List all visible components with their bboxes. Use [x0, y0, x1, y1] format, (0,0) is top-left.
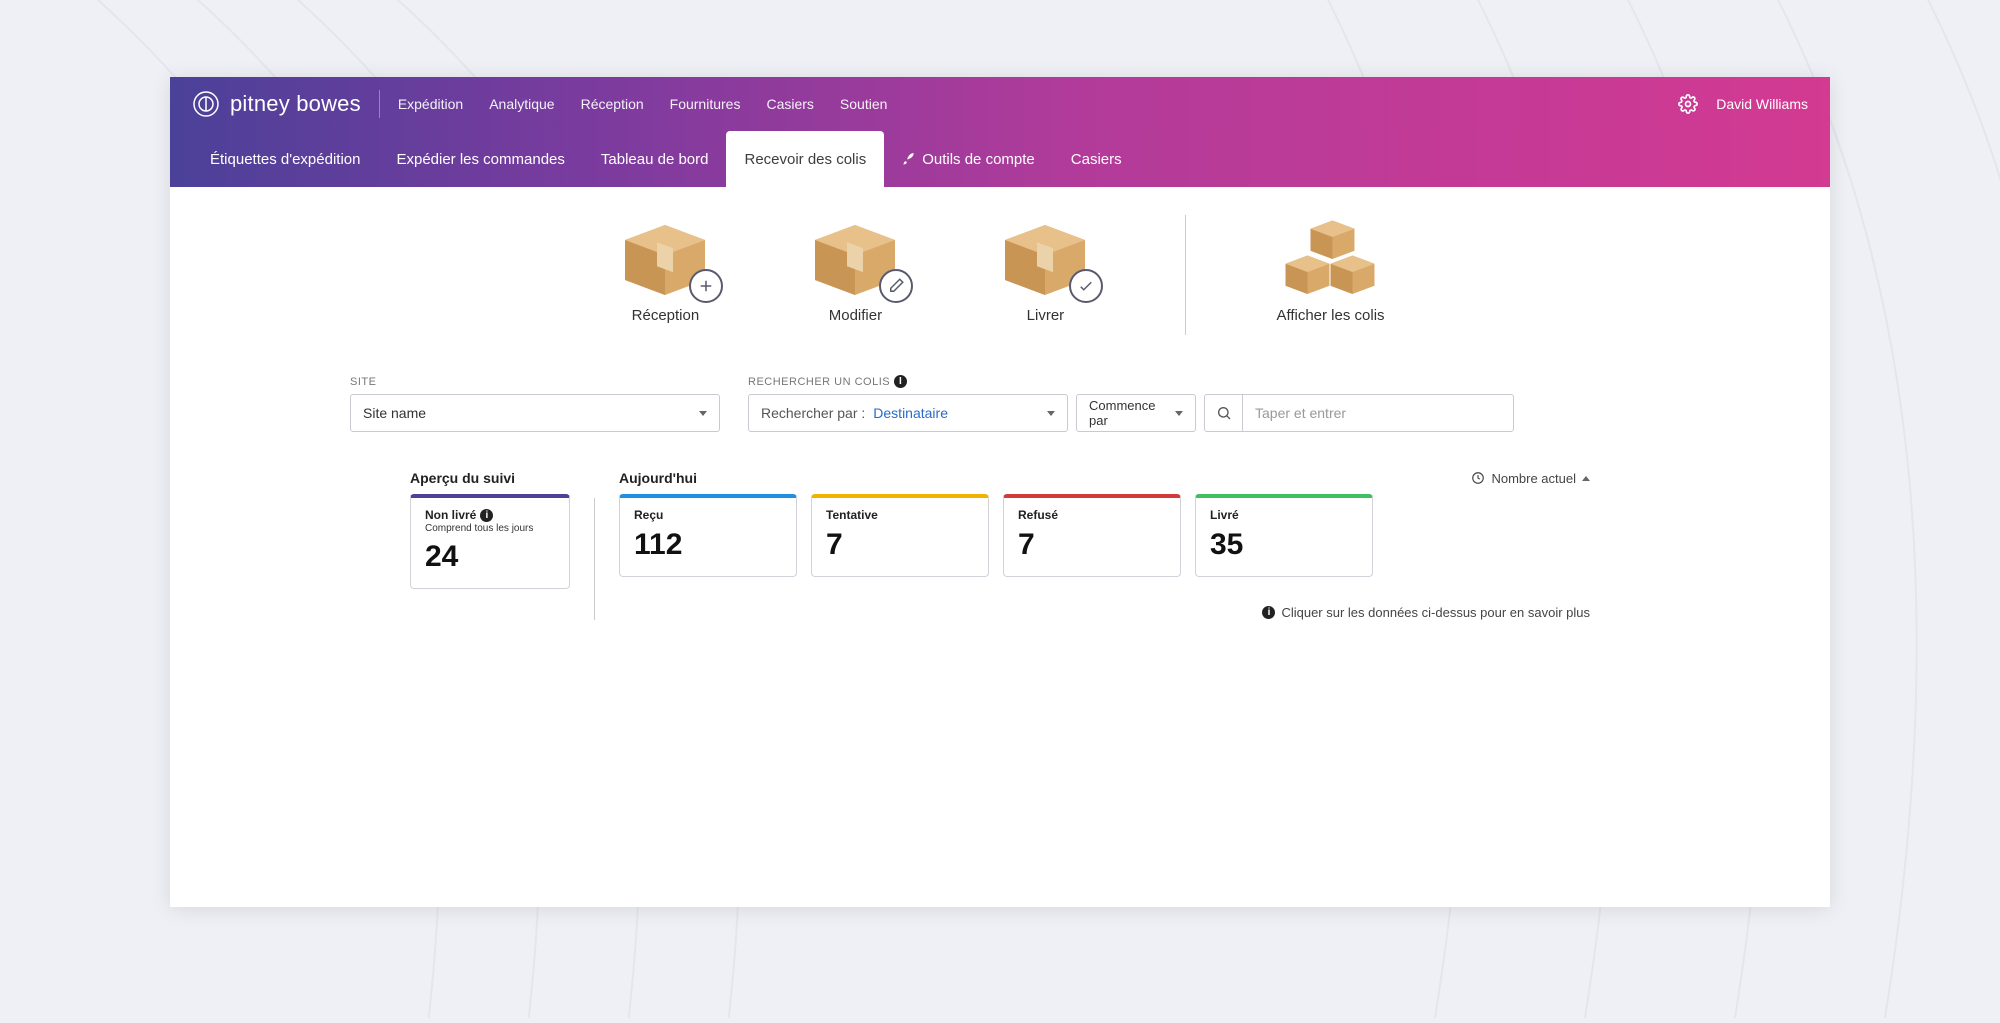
plus-badge-icon	[689, 269, 723, 303]
starts-with-select[interactable]: Commence par	[1076, 394, 1196, 432]
app-window: pitney bowes Expédition Analytique Récep…	[170, 77, 1830, 907]
gear-icon[interactable]	[1678, 94, 1698, 114]
today-cards: Reçu 112 Tentative 7 Refusé 7 Livré	[619, 494, 1590, 577]
tab-recevoir-colis[interactable]: Recevoir des colis	[726, 131, 884, 187]
search-by-select[interactable]: Rechercher par : Destinataire	[748, 394, 1068, 432]
action-modifier-label: Modifier	[829, 307, 882, 324]
search-compound: Rechercher par : Destinataire Commence p…	[748, 394, 1514, 432]
header-right: David Williams	[1678, 94, 1808, 114]
site-select-value: Site name	[363, 405, 426, 421]
top-nav-casiers[interactable]: Casiers	[766, 96, 813, 112]
check-badge-icon	[1069, 269, 1103, 303]
chevron-up-icon	[1582, 476, 1590, 481]
tab-outils-compte[interactable]: Outils de compte	[884, 131, 1053, 187]
brand-name: pitney bowes	[230, 91, 361, 117]
stats-hint: i Cliquer sur les données ci-dessus pour…	[619, 605, 1590, 620]
action-reception-label: Réception	[632, 307, 700, 324]
tab-casiers[interactable]: Casiers	[1053, 131, 1140, 187]
box-icon	[615, 215, 715, 295]
tracking-header: Aperçu du suivi	[410, 470, 570, 486]
stat-card-received[interactable]: Reçu 112	[619, 494, 797, 577]
edit-badge-icon	[879, 269, 913, 303]
tab-etiquettes[interactable]: Étiquettes d'expédition	[192, 131, 378, 187]
today-col: Aujourd'hui Nombre actuel Reçu 112	[619, 470, 1590, 620]
search-field-group: RECHERCHER UN COLIS i Rechercher par : D…	[748, 375, 1514, 432]
boxes-icon	[1280, 215, 1380, 295]
top-nav-fournitures[interactable]: Fournitures	[670, 96, 741, 112]
content-area: Réception Modifier	[170, 187, 1830, 907]
search-label: RECHERCHER UN COLIS i	[748, 375, 1514, 388]
top-nav-expedition[interactable]: Expédition	[398, 96, 463, 112]
user-name[interactable]: David Williams	[1716, 96, 1808, 112]
chevron-down-icon	[1175, 411, 1183, 416]
tracking-col: Aperçu du suivi Non livré i Comprend tou…	[410, 470, 570, 589]
stat-card-attempted[interactable]: Tentative 7	[811, 494, 989, 577]
brand[interactable]: pitney bowes	[192, 90, 380, 118]
info-icon[interactable]: i	[480, 509, 493, 522]
search-row: SITE Site name RECHERCHER UN COLIS i Rec…	[230, 375, 1770, 432]
site-label: SITE	[350, 376, 720, 388]
search-input[interactable]	[1243, 405, 1513, 421]
site-field: SITE Site name	[350, 376, 720, 432]
action-modifier[interactable]: Modifier	[805, 215, 905, 324]
stats-row: Aperçu du suivi Non livré i Comprend tou…	[410, 470, 1590, 620]
current-count-toggle[interactable]: Nombre actuel	[1471, 471, 1590, 486]
action-afficher-label: Afficher les colis	[1276, 307, 1384, 324]
brand-logo-icon	[192, 90, 220, 118]
chevron-down-icon	[1047, 411, 1055, 416]
clock-icon	[1471, 471, 1485, 485]
top-nav-reception[interactable]: Réception	[581, 96, 644, 112]
tab-outils-compte-label: Outils de compte	[922, 151, 1035, 168]
action-row: Réception Modifier	[230, 215, 1770, 335]
action-livrer[interactable]: Livrer	[995, 215, 1095, 324]
tab-expedier-commandes[interactable]: Expédier les commandes	[378, 131, 582, 187]
box-icon	[995, 215, 1095, 295]
stat-card-refused[interactable]: Refusé 7	[1003, 494, 1181, 577]
stat-card-not-delivered[interactable]: Non livré i Comprend tous les jours 24	[410, 494, 570, 589]
top-nav: Expédition Analytique Réception Fournitu…	[398, 96, 888, 112]
box-icon	[805, 215, 905, 295]
rocket-icon	[902, 152, 916, 166]
search-icon[interactable]	[1205, 395, 1243, 431]
info-icon: i	[1262, 606, 1275, 619]
chevron-down-icon	[699, 411, 707, 416]
sub-nav: Étiquettes d'expédition Expédier les com…	[170, 131, 1830, 187]
action-livrer-label: Livrer	[1027, 307, 1065, 324]
header-bar: pitney bowes Expédition Analytique Récep…	[170, 77, 1830, 131]
info-icon[interactable]: i	[894, 375, 907, 388]
stat-card-delivered[interactable]: Livré 35	[1195, 494, 1373, 577]
action-divider	[1185, 215, 1186, 335]
today-header: Aujourd'hui	[619, 470, 697, 486]
action-afficher-colis[interactable]: Afficher les colis	[1276, 215, 1384, 324]
search-input-wrap	[1204, 394, 1514, 432]
action-reception[interactable]: Réception	[615, 215, 715, 324]
stats-area: Aperçu du suivi Non livré i Comprend tou…	[230, 470, 1770, 620]
tab-tableau-de-bord[interactable]: Tableau de bord	[583, 131, 727, 187]
stat-divider	[594, 498, 595, 620]
top-nav-analytique[interactable]: Analytique	[489, 96, 554, 112]
top-nav-soutien[interactable]: Soutien	[840, 96, 887, 112]
site-select[interactable]: Site name	[350, 394, 720, 432]
